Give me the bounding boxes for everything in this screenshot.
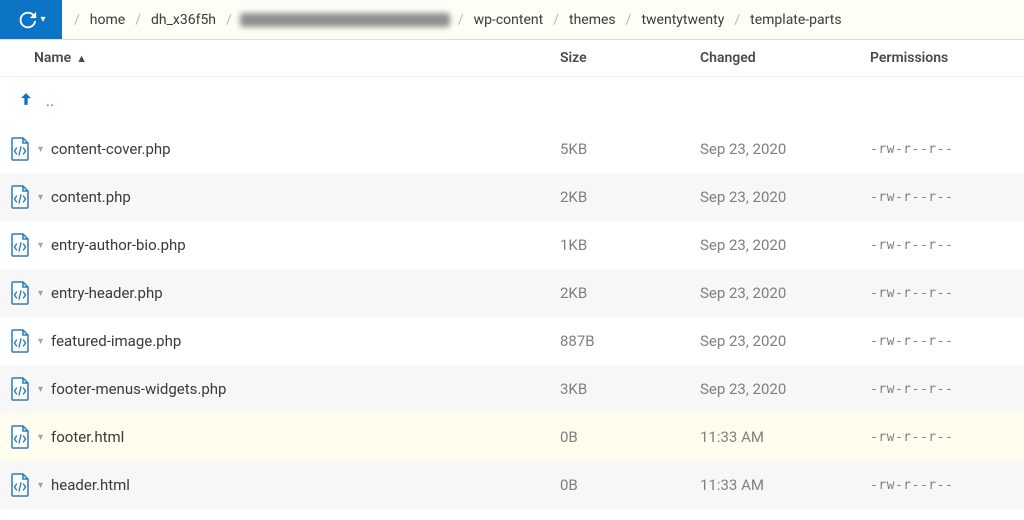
code-file-icon bbox=[10, 137, 30, 161]
code-file-icon bbox=[10, 473, 30, 497]
file-changed: Sep 23, 2020 bbox=[700, 332, 860, 350]
breadcrumb-item[interactable]: home bbox=[82, 8, 133, 32]
file-size: 3KB bbox=[560, 380, 700, 398]
table-row[interactable]: ▾ content.php 2KBSep 23, 2020-rw-r--r-- bbox=[0, 173, 1024, 221]
breadcrumb-item[interactable]: template-parts bbox=[742, 8, 849, 32]
file-name[interactable]: footer.html bbox=[51, 428, 124, 446]
history-button[interactable]: ▾ bbox=[0, 0, 62, 39]
breadcrumb-item[interactable]: dh_x36f5h bbox=[143, 8, 224, 32]
file-size: 0B bbox=[560, 428, 700, 446]
file-name-cell: ▾ entry-header.php bbox=[10, 281, 560, 305]
file-changed: Sep 23, 2020 bbox=[700, 284, 860, 302]
file-changed: Sep 23, 2020 bbox=[700, 140, 860, 158]
code-file-icon bbox=[10, 233, 30, 257]
file-permissions: -rw-r--r-- bbox=[860, 382, 1000, 397]
file-name-cell: ▾ footer-menus-widgets.php bbox=[10, 377, 560, 401]
file-name-cell: ▾ content.php bbox=[10, 185, 560, 209]
row-menu-caret[interactable]: ▾ bbox=[34, 336, 47, 347]
column-header-name-label: Name bbox=[34, 50, 71, 66]
table-row[interactable]: ▾ entry-author-bio.php 1KBSep 23, 2020-rw-… bbox=[0, 221, 1024, 269]
history-icon bbox=[16, 9, 38, 31]
file-size: 5KB bbox=[560, 140, 700, 158]
row-menu-caret[interactable]: ▾ bbox=[34, 288, 47, 299]
breadcrumb-separator: / bbox=[133, 12, 143, 28]
table-row[interactable]: ▾ footer-menus-widgets.php 3KBSep 23, 2020… bbox=[0, 365, 1024, 413]
dropdown-caret-icon: ▾ bbox=[40, 14, 45, 25]
file-size: 1KB bbox=[560, 236, 700, 254]
breadcrumb-item-redacted[interactable] bbox=[240, 13, 450, 27]
table-row[interactable]: ▾ footer.html 0B11:33 AM-rw-r--r-- bbox=[0, 413, 1024, 461]
file-size: 0B bbox=[560, 476, 700, 494]
file-list: .. ▾content-cover.php5KBSep 23, 2020-rw-… bbox=[0, 77, 1024, 509]
file-changed: Sep 23, 2020 bbox=[700, 236, 860, 254]
file-name-cell: ▾ footer.html bbox=[10, 425, 560, 449]
code-file-icon bbox=[10, 329, 30, 353]
breadcrumb-separator: / bbox=[456, 12, 466, 28]
parent-directory-row[interactable]: .. bbox=[0, 77, 1024, 125]
code-file-icon bbox=[10, 425, 30, 449]
table-row[interactable]: ▾ header.html 0B11:33 AM-rw-r--r-- bbox=[0, 461, 1024, 509]
table-row[interactable]: ▾ entry-header.php 2KBSep 23, 2020-rw-r--r… bbox=[0, 269, 1024, 317]
breadcrumb-separator: / bbox=[72, 12, 82, 28]
file-permissions: -rw-r--r-- bbox=[860, 430, 1000, 445]
row-menu-caret[interactable]: ▾ bbox=[34, 240, 47, 251]
breadcrumb-separator: / bbox=[551, 12, 561, 28]
file-permissions: -rw-r--r-- bbox=[860, 142, 1000, 157]
file-permissions: -rw-r--r-- bbox=[860, 478, 1000, 493]
file-name-cell: ▾ header.html bbox=[10, 473, 560, 497]
row-menu-caret[interactable]: ▾ bbox=[34, 192, 47, 203]
file-permissions: -rw-r--r-- bbox=[860, 238, 1000, 253]
column-header-size[interactable]: Size bbox=[560, 50, 700, 66]
file-changed: Sep 23, 2020 bbox=[700, 188, 860, 206]
file-size: 2KB bbox=[560, 284, 700, 302]
go-up-icon bbox=[16, 89, 36, 113]
breadcrumb-separator: / bbox=[732, 12, 742, 28]
column-header-changed-label: Changed bbox=[700, 50, 756, 66]
row-menu-caret[interactable]: ▾ bbox=[34, 480, 47, 491]
file-changed: Sep 23, 2020 bbox=[700, 380, 860, 398]
column-header-size-label: Size bbox=[560, 50, 587, 66]
file-size: 2KB bbox=[560, 188, 700, 206]
file-name[interactable]: entry-author-bio.php bbox=[51, 236, 186, 254]
column-header-row: Name ▲ Size Changed Permissions bbox=[0, 40, 1024, 77]
file-changed: 11:33 AM bbox=[700, 476, 860, 494]
column-header-changed[interactable]: Changed bbox=[700, 50, 860, 66]
code-file-icon bbox=[10, 377, 30, 401]
column-header-permissions[interactable]: Permissions bbox=[860, 50, 1000, 66]
file-name-cell: ▾ content-cover.php bbox=[10, 137, 560, 161]
sort-ascending-icon: ▲ bbox=[76, 52, 87, 65]
file-permissions: -rw-r--r-- bbox=[860, 190, 1000, 205]
file-name[interactable]: entry-header.php bbox=[51, 284, 163, 302]
code-file-icon bbox=[10, 185, 30, 209]
file-size: 887B bbox=[560, 332, 700, 350]
row-menu-caret[interactable]: ▾ bbox=[34, 144, 47, 155]
row-menu-caret[interactable]: ▾ bbox=[34, 432, 47, 443]
file-name-cell: ▾ entry-author-bio.php bbox=[10, 233, 560, 257]
parent-directory-label: .. bbox=[46, 92, 54, 110]
file-name-cell: ▾ featured-image.php bbox=[10, 329, 560, 353]
breadcrumb-item[interactable]: themes bbox=[561, 8, 624, 32]
column-header-name[interactable]: Name ▲ bbox=[34, 50, 560, 66]
file-name[interactable]: footer-menus-widgets.php bbox=[51, 380, 226, 398]
column-header-permissions-label: Permissions bbox=[870, 50, 948, 66]
breadcrumb: /home/dh_x36f5h//wp-content/themes/twent… bbox=[62, 0, 860, 39]
table-row[interactable]: ▾ content-cover.php 5KBSep 23, 2020-rw-r--… bbox=[0, 125, 1024, 173]
row-menu-caret[interactable]: ▾ bbox=[34, 384, 47, 395]
top-toolbar: ▾ /home/dh_x36f5h//wp-content/themes/twe… bbox=[0, 0, 1024, 40]
breadcrumb-item[interactable]: twentytwenty bbox=[633, 8, 732, 32]
file-permissions: -rw-r--r-- bbox=[860, 286, 1000, 301]
file-permissions: -rw-r--r-- bbox=[860, 334, 1000, 349]
code-file-icon bbox=[10, 281, 30, 305]
file-name[interactable]: featured-image.php bbox=[51, 332, 181, 350]
breadcrumb-item[interactable]: wp-content bbox=[466, 8, 552, 32]
file-name[interactable]: content.php bbox=[51, 188, 131, 206]
file-name[interactable]: header.html bbox=[51, 476, 130, 494]
breadcrumb-separator: / bbox=[224, 12, 234, 28]
table-row[interactable]: ▾ featured-image.php 887BSep 23, 2020-rw-r… bbox=[0, 317, 1024, 365]
file-name[interactable]: content-cover.php bbox=[51, 140, 171, 158]
breadcrumb-separator: / bbox=[624, 12, 634, 28]
file-changed: 11:33 AM bbox=[700, 428, 860, 446]
